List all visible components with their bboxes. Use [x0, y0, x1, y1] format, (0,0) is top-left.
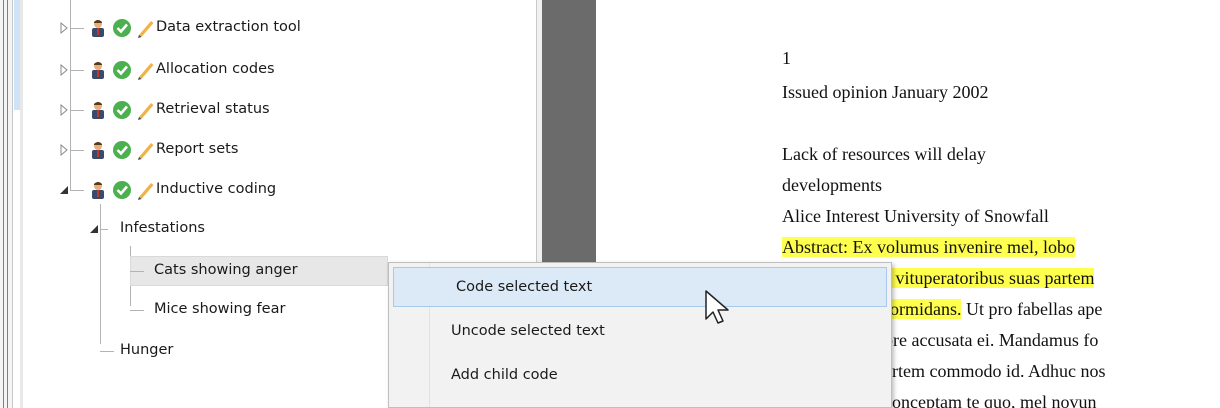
- tree-connector: [130, 310, 144, 311]
- expand-arrow-icon[interactable]: [58, 144, 70, 156]
- user-icon: [92, 20, 104, 37]
- collapse-arrow-icon[interactable]: [58, 184, 70, 196]
- document-line: artem commodo id. Adhuc nos: [884, 361, 1106, 381]
- check-icon: [113, 61, 131, 79]
- expand-arrow-icon[interactable]: [58, 104, 70, 116]
- mouse-pointer-icon: [705, 290, 729, 324]
- menu-item-code-selected-text[interactable]: Code selected text: [393, 267, 887, 307]
- user-icon: [92, 62, 104, 79]
- check-icon: [113, 141, 131, 159]
- pencil-icon[interactable]: [136, 140, 156, 160]
- window-left-rule: [7, 0, 8, 408]
- menu-item-label: Code selected text: [456, 279, 593, 295]
- check-icon: [113, 19, 131, 37]
- menu-item-label: Add child code: [451, 367, 558, 383]
- tree-item-label: Cats showing anger: [154, 262, 298, 278]
- user-icon: [92, 102, 104, 119]
- tree-connector: [100, 204, 101, 344]
- panel-gutter: [20, 0, 23, 408]
- expand-arrow-icon[interactable]: [58, 64, 70, 76]
- tree-connector: [70, 190, 84, 191]
- tree-item-label: Report sets: [156, 141, 239, 157]
- tree-connector: [100, 229, 108, 230]
- expand-arrow-icon[interactable]: [58, 22, 70, 34]
- user-icon: [92, 182, 104, 199]
- document-line: conceptam te quo, mel novun: [884, 392, 1097, 408]
- pencil-icon[interactable]: [136, 60, 156, 80]
- highlighted-text: s vituperatoribus suas partem: [884, 268, 1095, 288]
- tree-connector: [70, 70, 84, 71]
- tree-connector: [70, 110, 84, 111]
- tree-item-label: Hunger: [120, 342, 174, 358]
- tree-item-label: Data extraction tool: [156, 19, 301, 35]
- document-line: Lack of resources will delay: [782, 144, 986, 164]
- tree-item-label: Inductive coding: [156, 181, 277, 197]
- document-line: Alice Interest University of Snowfall: [782, 206, 1049, 226]
- menu-item-add-child-code[interactable]: Add child code: [389, 355, 891, 395]
- highlighted-text: Abstract: Ex volumus invenire mel, lobo: [782, 237, 1075, 257]
- tree-connector: [100, 351, 114, 352]
- document-text: Ut pro fabellas ape: [961, 299, 1103, 319]
- tree-item-label: Allocation codes: [156, 61, 275, 77]
- menu-item-uncode-selected-text[interactable]: Uncode selected text: [389, 311, 891, 351]
- tree-item-label: Retrieval status: [156, 101, 270, 117]
- menu-item-label: Uncode selected text: [451, 323, 605, 339]
- document-line: ore accusata ei. Mandamus fo: [884, 330, 1099, 350]
- tree-connector: [70, 150, 84, 151]
- tree-connector: [70, 28, 84, 29]
- context-menu: Code selected text Uncode selected text …: [388, 262, 892, 408]
- document-line-highlighted[interactable]: Abstract: Ex volumus invenire mel, lobo: [782, 236, 1075, 258]
- pencil-icon[interactable]: [136, 180, 156, 200]
- check-icon: [113, 101, 131, 119]
- document-line-highlighted[interactable]: s vituperatoribus suas partem: [884, 267, 1095, 289]
- window-left-rule: [3, 0, 4, 408]
- document-line: 1: [782, 48, 791, 68]
- highlighted-text: formidans.: [884, 299, 962, 319]
- user-icon: [92, 142, 104, 159]
- document-line: Issued opinion January 2002: [782, 82, 989, 102]
- pencil-icon[interactable]: [136, 18, 156, 38]
- tree-connector: [130, 271, 144, 272]
- check-icon: [113, 181, 131, 199]
- tree-item-label: Infestations: [120, 220, 205, 236]
- document-line: formidans. Ut pro fabellas ape: [884, 298, 1102, 320]
- document-line: developments: [782, 175, 882, 195]
- tree-item-label: Mice showing fear: [154, 301, 286, 317]
- pencil-icon[interactable]: [136, 100, 156, 120]
- collapse-arrow-icon[interactable]: [88, 223, 100, 235]
